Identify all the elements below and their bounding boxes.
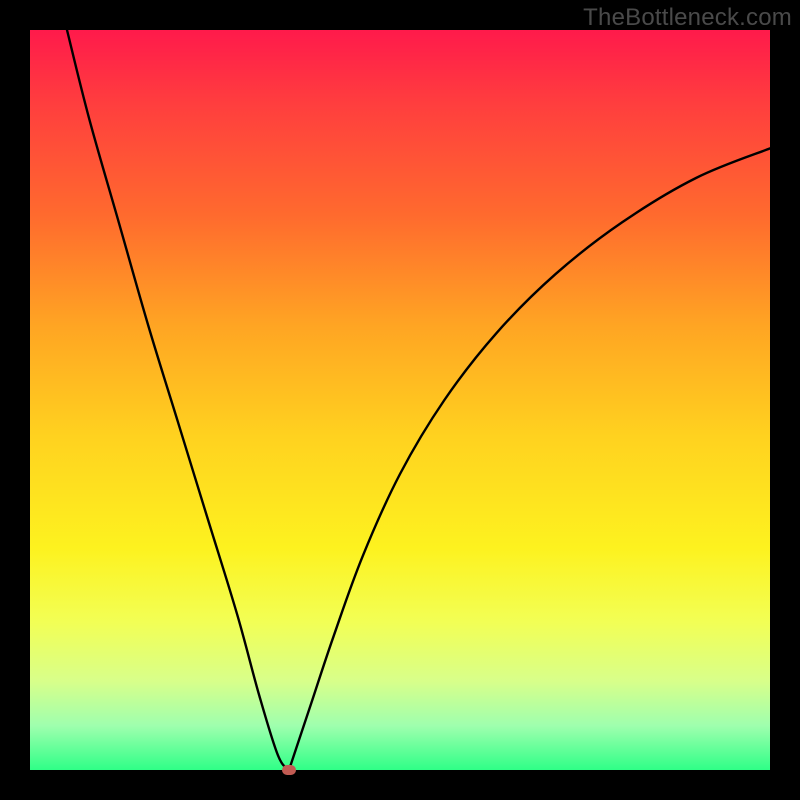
bottleneck-curve (30, 30, 770, 770)
attribution-text: TheBottleneck.com (583, 4, 792, 32)
curve-right-branch (289, 148, 770, 770)
curve-left-branch (67, 30, 289, 770)
optimum-marker (282, 765, 296, 775)
gradient-plot-area (30, 30, 770, 770)
chart-frame: TheBottleneck.com (0, 0, 800, 800)
